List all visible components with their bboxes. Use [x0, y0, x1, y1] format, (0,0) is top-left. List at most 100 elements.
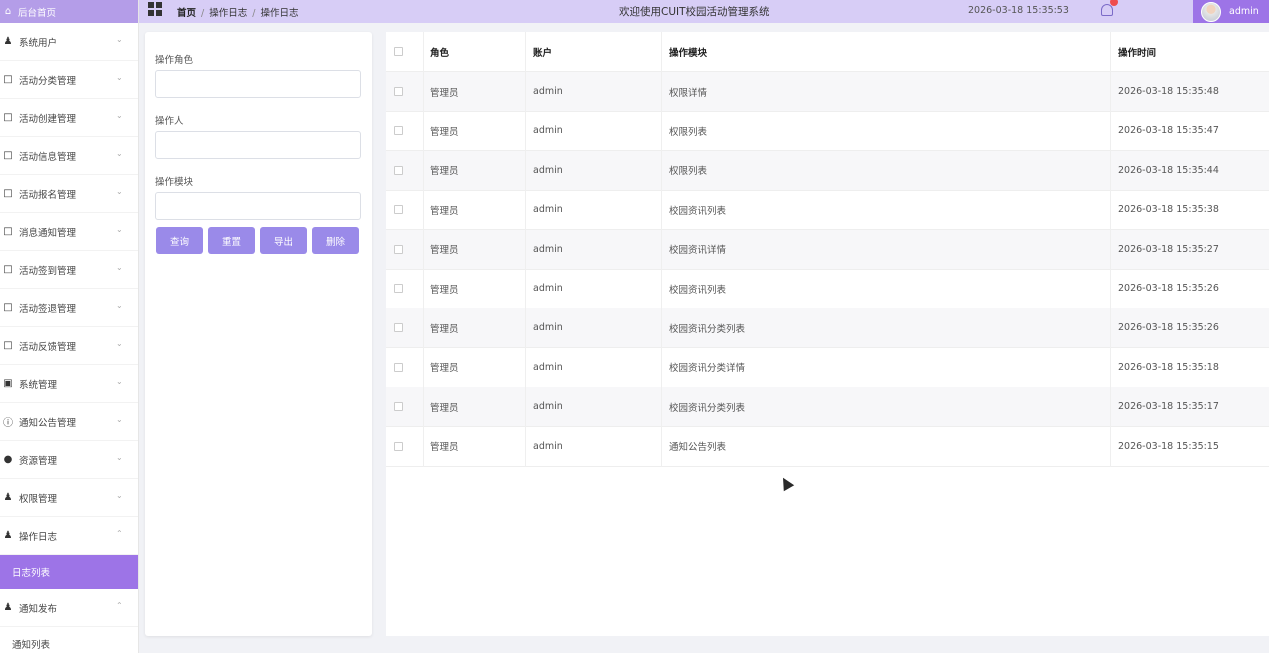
cell-account: admin — [533, 243, 563, 255]
sidebar-item[interactable]: ♟ 通知发布 ⌃ — [0, 589, 138, 627]
row-checkbox[interactable] — [394, 165, 403, 175]
sidebar-item[interactable]: ♟ 权限管理 ⌄ — [0, 479, 138, 517]
user-menu[interactable]: admin — [1193, 0, 1269, 23]
sidebar-item[interactable]: ♟ 系统用户 ⌄ — [0, 23, 138, 61]
cell-account: admin — [533, 125, 563, 137]
row-checkbox[interactable] — [394, 205, 403, 215]
tag-icon: □ — [3, 74, 13, 85]
select-all-checkbox[interactable] — [394, 47, 403, 56]
sidebar-item-label: 资源管理 — [19, 455, 58, 467]
row-checkbox[interactable] — [394, 362, 403, 372]
role-input[interactable] — [155, 70, 361, 98]
cell-role: 管理员 — [430, 402, 459, 414]
cell-module: 校园资讯详情 — [669, 245, 727, 257]
sidebar-item-label: 通知发布 — [19, 603, 58, 615]
sidebar-item[interactable]: ▣ 系统管理 ⌄ — [0, 365, 138, 403]
user-icon: ♟ — [3, 530, 13, 541]
cell-module: 校园资讯列表 — [669, 284, 727, 296]
operator-input[interactable] — [155, 131, 361, 159]
chevron-down-icon: ⌄ — [116, 149, 123, 158]
table-row[interactable]: 管理员 admin 校园资讯列表 2026-03-18 15:35:26 — [386, 269, 1269, 309]
cell-time: 2026-03-18 15:35:48 — [1118, 86, 1219, 97]
row-checkbox[interactable] — [394, 441, 403, 451]
row-checkbox[interactable] — [394, 87, 403, 96]
cell-time: 2026-03-18 15:35:18 — [1118, 361, 1219, 373]
header-role: 角色 — [430, 47, 450, 59]
user-icon: ♟ — [3, 492, 13, 503]
cell-module: 校园资讯列表 — [669, 205, 727, 217]
table-row[interactable]: 管理员 admin 校园资讯分类详情 2026-03-18 15:35:18 — [386, 348, 1269, 388]
cell-role: 管理员 — [430, 363, 459, 375]
delete-button[interactable]: 删除 — [312, 227, 359, 254]
export-button[interactable]: 导出 — [260, 227, 307, 254]
table-row[interactable]: 管理员 admin 权限列表 2026-03-18 15:35:44 — [386, 150, 1269, 191]
sidebar-item[interactable]: ♟ 操作日志 ⌃ — [0, 517, 138, 555]
module-input[interactable] — [155, 192, 361, 220]
table-row[interactable]: 管理员 admin 权限列表 2026-03-18 15:35:47 — [386, 111, 1269, 152]
sidebar-item[interactable]: □ 活动签到管理 ⌄ — [0, 251, 138, 289]
chevron-down-icon: ⌄ — [116, 35, 123, 44]
chevron-up-icon: ⌃ — [116, 601, 123, 610]
breadcrumb-item[interactable]: 操作日志 — [209, 8, 247, 19]
sidebar-item[interactable]: □ 活动分类管理 ⌄ — [0, 61, 138, 99]
cell-module: 校园资讯分类列表 — [669, 402, 746, 414]
search-panel: 操作角色 操作人 操作模块 查询 重置 导出 删除 — [145, 32, 372, 636]
menu-toggle-icon[interactable] — [148, 2, 162, 16]
cell-account: admin — [533, 440, 563, 452]
sidebar-item[interactable]: ⓘ 通知公告管理 ⌄ — [0, 403, 138, 441]
table-row[interactable]: 管理员 admin 校园资讯分类列表 2026-03-18 15:35:17 — [386, 387, 1269, 428]
sidebar-item-label: 系统管理 — [19, 379, 58, 391]
row-checkbox[interactable] — [394, 323, 403, 333]
table-row[interactable]: 管理员 admin 校园资讯分类列表 2026-03-18 15:35:26 — [386, 308, 1269, 349]
sidebar-item-label: 活动报名管理 — [19, 189, 77, 201]
tag-icon: □ — [3, 226, 13, 237]
table-row[interactable]: 管理员 admin 校园资讯列表 2026-03-18 15:35:38 — [386, 190, 1269, 231]
sidebar-item[interactable]: □ 消息通知管理 ⌄ — [0, 213, 138, 251]
cell-module: 权限列表 — [669, 166, 708, 178]
table-row[interactable]: 管理员 admin 权限详情 2026-03-18 15:35:48 — [386, 72, 1269, 112]
cell-time: 2026-03-18 15:35:15 — [1118, 440, 1219, 452]
role-label: 操作角色 — [155, 55, 194, 66]
username: admin — [1229, 6, 1259, 17]
sidebar-item[interactable]: □ 活动反馈管理 ⌄ — [0, 327, 138, 365]
cell-role: 管理员 — [430, 245, 459, 257]
sidebar-item[interactable]: □ 活动报名管理 ⌄ — [0, 175, 138, 213]
cell-module: 权限列表 — [669, 126, 708, 138]
cell-time: 2026-03-18 15:35:38 — [1118, 204, 1219, 216]
sidebar-subitem-notice-list[interactable]: 通知列表 — [0, 627, 138, 653]
cell-account: admin — [533, 86, 563, 97]
chevron-down-icon: ⌄ — [116, 263, 123, 272]
chevron-up-icon: ⌃ — [116, 529, 123, 538]
row-checkbox[interactable] — [394, 244, 403, 254]
sidebar-item[interactable]: □ 活动信息管理 ⌄ — [0, 137, 138, 175]
sidebar-subitem-log-list[interactable]: 日志列表 — [0, 555, 138, 589]
sidebar-item[interactable]: □ 活动签退管理 ⌄ — [0, 289, 138, 327]
sidebar-item[interactable]: ● 资源管理 ⌄ — [0, 441, 138, 479]
cell-module: 权限详情 — [669, 87, 708, 99]
sidebar-item[interactable]: □ 活动创建管理 ⌄ — [0, 99, 138, 137]
row-checkbox[interactable] — [394, 402, 403, 412]
query-button[interactable]: 查询 — [156, 227, 203, 254]
sidebar-item-label: 系统用户 — [19, 37, 58, 49]
pin-icon: ● — [3, 454, 13, 465]
cell-account: admin — [533, 164, 563, 176]
table-row[interactable]: 管理员 admin 通知公告列表 2026-03-18 15:35:15 — [386, 427, 1269, 467]
chevron-down-icon: ⌄ — [116, 225, 123, 234]
bell-icon[interactable] — [1099, 0, 1118, 19]
row-checkbox[interactable] — [394, 126, 403, 136]
reset-button[interactable]: 重置 — [208, 227, 255, 254]
cell-role: 管理员 — [430, 126, 459, 138]
chevron-down-icon: ⌄ — [116, 187, 123, 196]
table-row[interactable]: 管理员 admin 校园资讯详情 2026-03-18 15:35:27 — [386, 229, 1269, 270]
chevron-down-icon: ⌄ — [116, 415, 123, 424]
cell-account: admin — [533, 204, 563, 216]
row-checkbox[interactable] — [394, 284, 403, 293]
chevron-down-icon: ⌄ — [116, 301, 123, 310]
home-icon: ⌂ — [4, 6, 12, 17]
cell-time: 2026-03-18 15:35:26 — [1118, 283, 1219, 294]
sidebar-item-home[interactable]: ⌂ 后台首页 — [0, 0, 138, 23]
breadcrumb-home[interactable]: 首页 — [177, 8, 196, 19]
chevron-down-icon: ⌄ — [116, 339, 123, 348]
chevron-down-icon: ⌄ — [116, 453, 123, 462]
sidebar-menu: ♟ 系统用户 ⌄ □ 活动分类管理 ⌄ □ 活动创建管理 ⌄ □ 活动信息管理 ⌄ □ 活动报名管理 ⌄ □ 消… — [0, 23, 138, 653]
